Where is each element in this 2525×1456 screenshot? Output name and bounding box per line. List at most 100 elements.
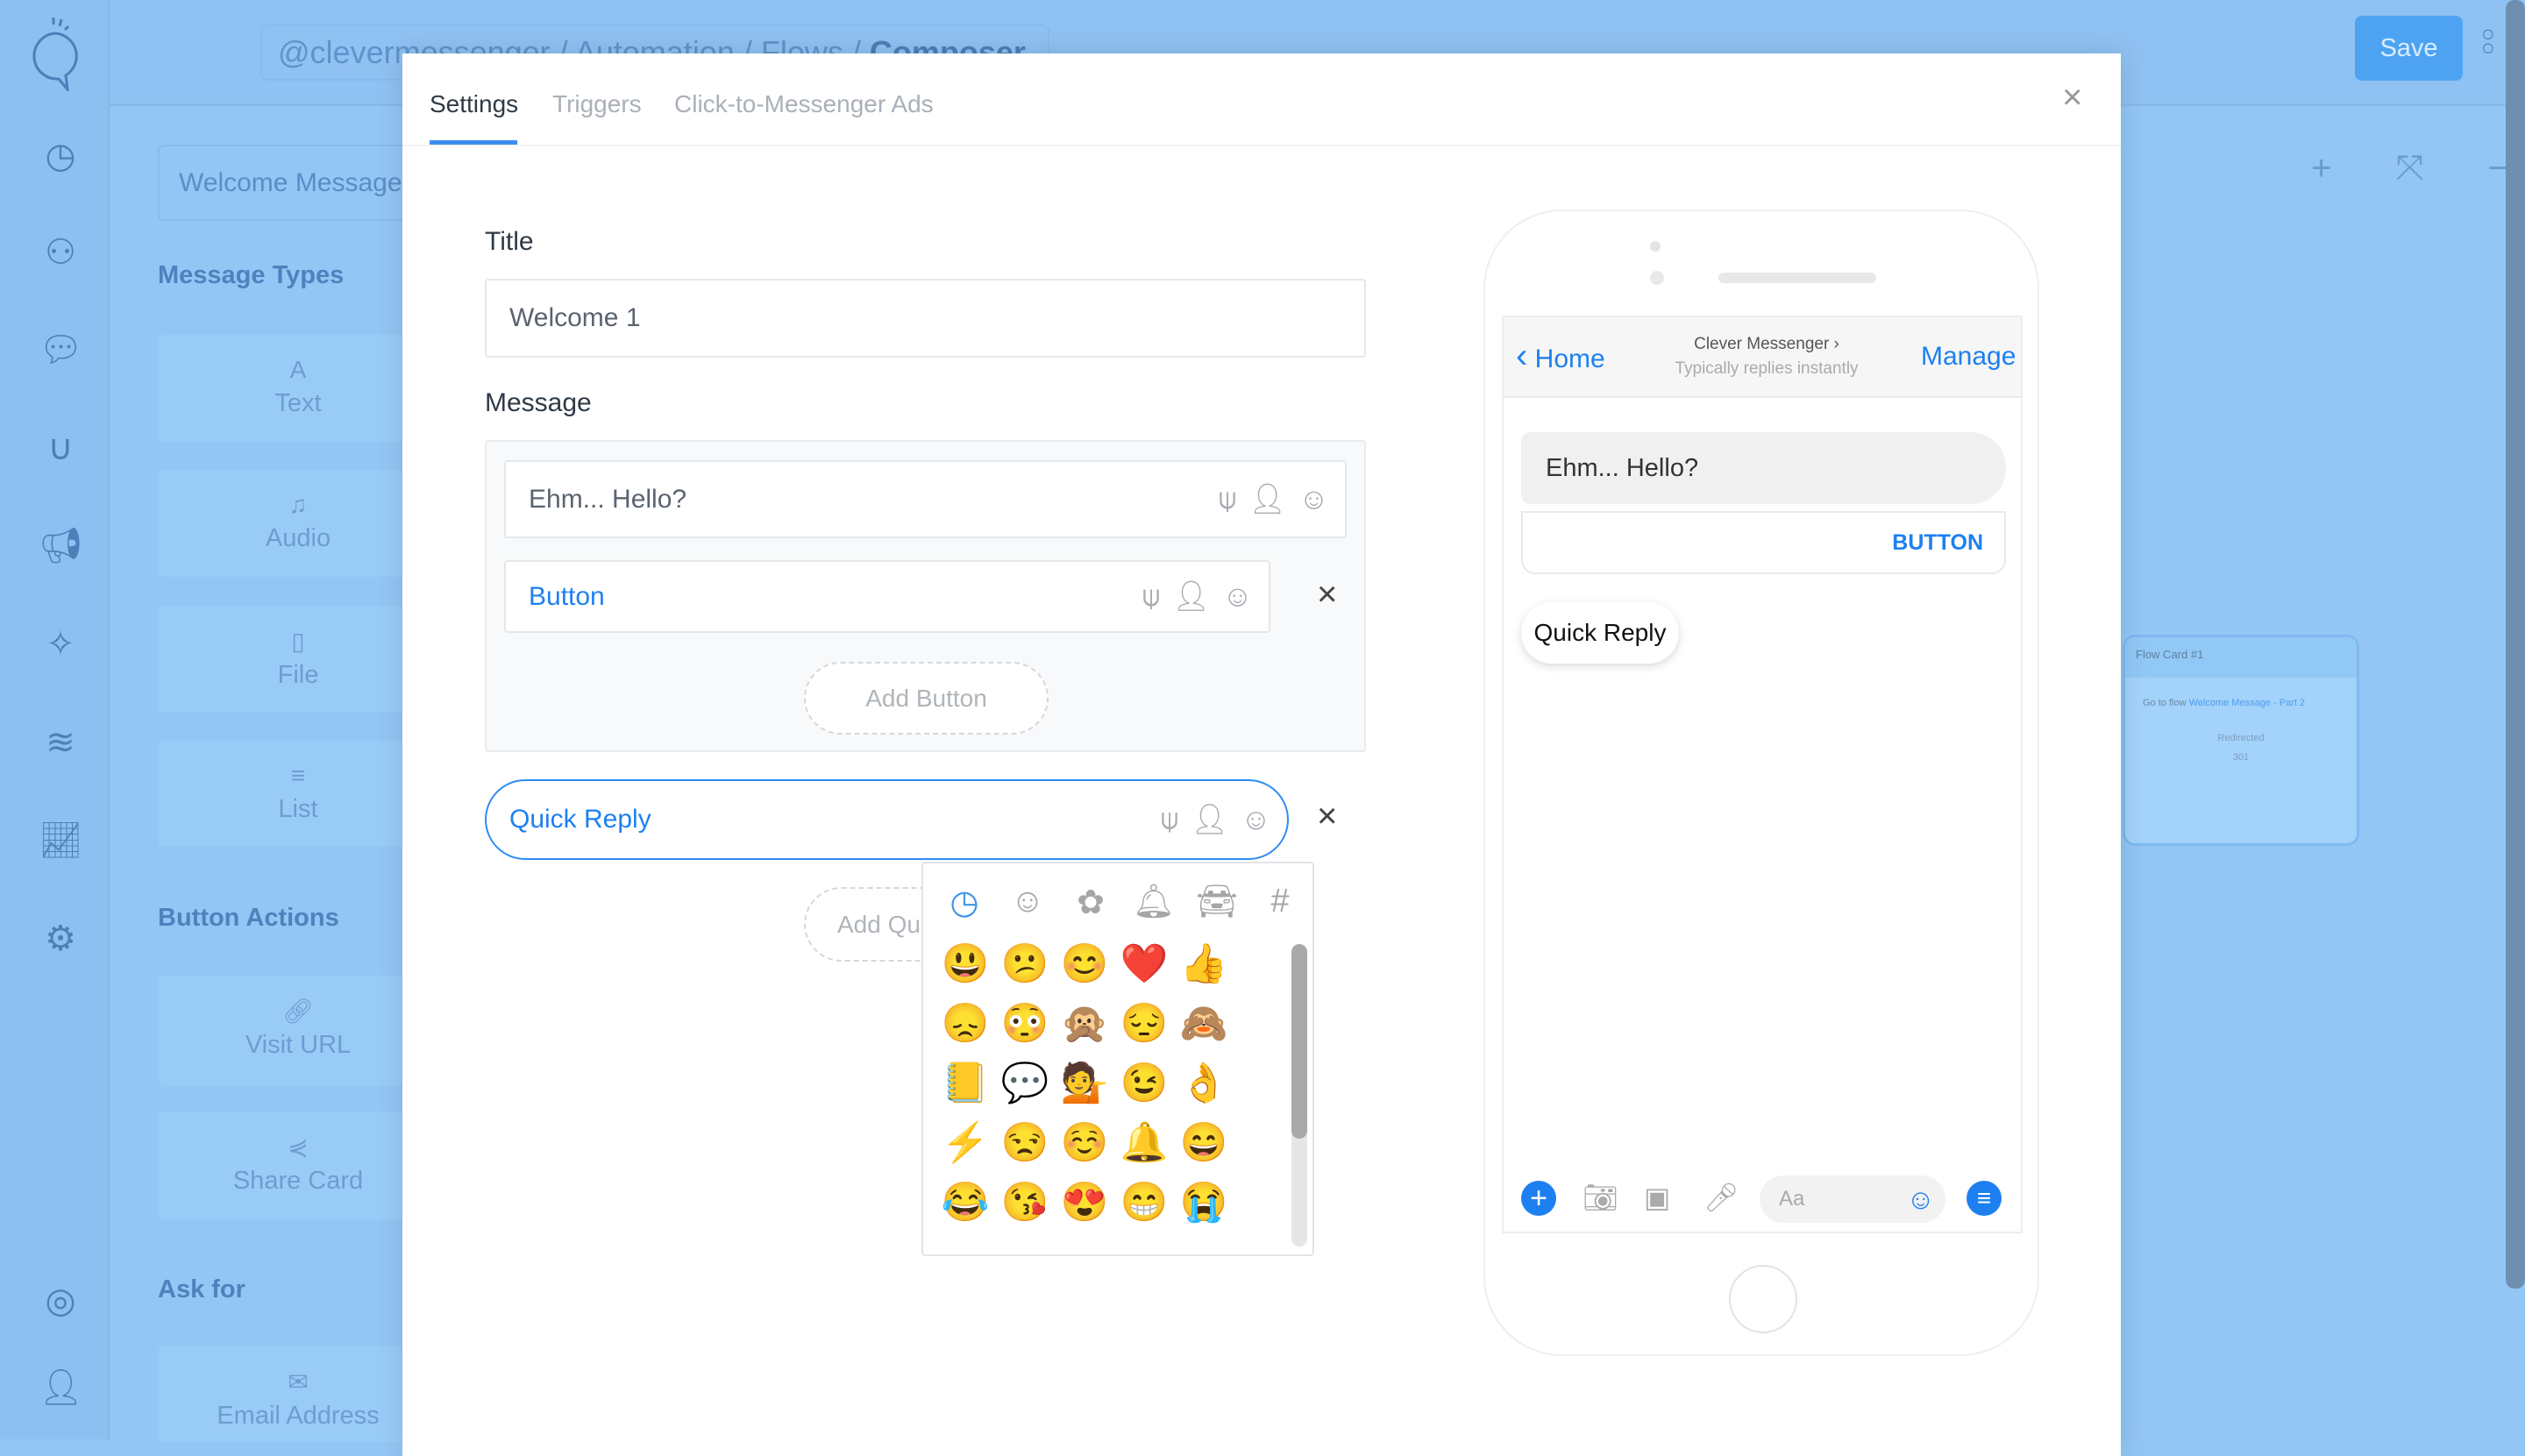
emoji-option[interactable]: 💁 — [1055, 1063, 1114, 1104]
emoji-option[interactable]: 📒 — [935, 1063, 995, 1104]
flow-card-stat-label: Redirected — [2217, 733, 2265, 743]
close-icon[interactable]: × — [2062, 80, 2082, 115]
places-category-icon[interactable]: 🚘︎ — [1195, 883, 1239, 921]
layers-icon[interactable]: ≋ — [39, 721, 82, 764]
megaphone-icon[interactable]: 📢︎ — [39, 524, 83, 568]
emoji-option[interactable]: 😳 — [995, 1004, 1055, 1044]
emoji-option[interactable]: 😘 — [995, 1183, 1055, 1223]
emoji-scrollbar[interactable] — [1291, 944, 1307, 1246]
smileys-category-icon[interactable]: ☺ — [1006, 883, 1049, 920]
flow-card-link[interactable]: Welcome Message - Part 2 — [2189, 698, 2305, 708]
microphone-icon[interactable]: 🎤︎ — [1703, 1181, 1739, 1214]
tab-triggers[interactable]: Triggers — [552, 90, 642, 118]
emoji-option[interactable]: 😉 — [1114, 1063, 1174, 1104]
section-heading: Button Actions — [158, 904, 339, 932]
emoji-option[interactable]: 😄 — [1174, 1123, 1234, 1163]
emoji-option[interactable]: 😞 — [935, 1004, 995, 1044]
text-icon: A — [289, 356, 307, 383]
nature-category-icon[interactable]: ✿ — [1069, 883, 1113, 922]
emoji-option[interactable]: 😊 — [1055, 944, 1114, 984]
action-share-card[interactable]: ⋞ Share Card — [158, 1112, 438, 1220]
back-home-link[interactable]: ‹ Home — [1516, 337, 1605, 376]
symbols-category-icon[interactable]: # — [1258, 883, 1302, 920]
flow-name-input[interactable]: Welcome Message - Part 1 — [158, 145, 495, 221]
emoji-option[interactable]: 🙈 — [1174, 1004, 1234, 1044]
more-options-icon[interactable]: ○ ○ — [2481, 22, 2499, 59]
emoji-option[interactable]: 😭 — [1174, 1183, 1234, 1223]
menu-icon[interactable]: ≡ — [1967, 1181, 2002, 1216]
plus-icon[interactable]: + — [1521, 1181, 1556, 1216]
camera-icon[interactable]: 📷︎ — [1583, 1181, 1618, 1214]
user-variable-icon[interactable]: 👤︎ — [1172, 562, 1210, 631]
profile-icon[interactable]: 👤︎ — [39, 1366, 83, 1410]
objects-category-icon[interactable]: 🔔︎ — [1132, 883, 1176, 921]
emoji-option[interactable]: 🙊 — [1055, 1004, 1114, 1044]
tab-click-to-messenger-ads[interactable]: Click-to-Messenger Ads — [674, 90, 934, 118]
card-label: Share Card — [232, 1167, 364, 1195]
broadcast-icon[interactable]: ⍦ — [1142, 562, 1160, 631]
remove-button-icon[interactable]: × — [1317, 577, 1337, 612]
emoji-option[interactable]: 😔 — [1114, 1004, 1174, 1044]
emoji-option[interactable]: 😍 — [1055, 1183, 1114, 1223]
broadcast-icon[interactable]: ⍦ — [1161, 781, 1178, 858]
ask-email-address[interactable]: ✉ Email Address — [158, 1346, 438, 1443]
emoji-option[interactable]: ❤️ — [1114, 944, 1174, 984]
add-button[interactable]: Add Button — [804, 662, 1049, 735]
emoji-option[interactable]: 💬 — [995, 1063, 1055, 1104]
phone-sensor — [1650, 271, 1664, 285]
mail-icon: ✉ — [288, 1368, 309, 1396]
composer-input[interactable]: Aa ☺ — [1760, 1175, 1945, 1223]
remove-quick-reply-icon[interactable]: × — [1317, 799, 1337, 834]
emoji-option[interactable]: 😕 — [995, 944, 1055, 984]
title-input[interactable]: Welcome 1 — [485, 279, 1366, 358]
zoom-in-button[interactable]: + — [2311, 149, 2331, 198]
chevron-left-icon: ‹ — [1516, 337, 1528, 375]
magnet-icon[interactable]: ∪ — [39, 426, 82, 470]
audience-icon[interactable]: ⚇ — [39, 231, 82, 274]
recent-category-icon[interactable]: ◷ — [942, 883, 986, 922]
user-variable-icon[interactable]: 👤︎ — [1191, 781, 1228, 858]
action-visit-url[interactable]: 🔗︎ Visit URL — [158, 976, 438, 1085]
chat-icon[interactable]: 💬︎ — [39, 328, 83, 372]
emoji-option[interactable]: 🔔 — [1114, 1123, 1174, 1163]
message-type-text[interactable]: A Text — [158, 335, 438, 443]
emoji-icon[interactable]: ☺ — [1298, 462, 1329, 536]
emoji-option[interactable]: 👌 — [1174, 1063, 1234, 1104]
emoji-grid: 😃 😕 😊 ❤️ 👍 😞 😳 🙊 😔 🙈 📒 💬 💁 😉 👌 ⚡ 😒 ☺️ 🔔 😄 😂 😘 😍 😁 😭 — [935, 944, 1234, 1223]
emoji-icon[interactable]: ☺ — [1241, 781, 1271, 858]
card-label: List — [278, 795, 318, 823]
broadcast-icon[interactable]: ⍦ — [1219, 462, 1236, 536]
message-type-file[interactable]: ▯ File — [158, 606, 438, 712]
emoji-icon[interactable]: ☺ — [1222, 562, 1253, 631]
message-type-list[interactable]: ≡ List — [158, 741, 438, 847]
page-scrollbar[interactable] — [2506, 0, 2525, 1289]
emoji-option[interactable]: 👍 — [1174, 944, 1234, 984]
emoji-icon[interactable]: ☺ — [1906, 1175, 1935, 1223]
image-icon[interactable]: ▣ — [1644, 1181, 1670, 1214]
preview-quick-reply[interactable]: Quick Reply — [1521, 602, 1679, 664]
emoji-option[interactable]: ⚡ — [935, 1123, 995, 1163]
emoji-option[interactable]: 😁 — [1114, 1183, 1174, 1223]
emoji-option[interactable]: ☺️ — [1055, 1123, 1114, 1163]
message-type-audio[interactable]: ♫ Audio — [158, 470, 438, 577]
emoji-option[interactable]: 😂 — [935, 1183, 995, 1223]
button-input[interactable]: Button ⍦ 👤︎ ☺ — [504, 560, 1270, 633]
tab-settings[interactable]: Settings — [430, 90, 518, 118]
manage-link[interactable]: Manage — [1921, 342, 2016, 372]
logo-icon[interactable] — [25, 16, 86, 94]
preview-button[interactable]: BUTTON — [1521, 511, 2006, 574]
card-label: Text — [274, 389, 322, 417]
emoji-option[interactable]: 😒 — [995, 1123, 1055, 1163]
emoji-option[interactable]: 😃 — [935, 944, 995, 984]
user-variable-icon[interactable]: 👤︎ — [1248, 462, 1286, 536]
settings-icon[interactable]: ⚙ — [39, 917, 82, 961]
message-text-input[interactable]: Ehm... Hello? ⍦ 👤︎ ☺ — [504, 460, 1347, 538]
quick-reply-input[interactable]: Quick Reply ⍦ 👤︎ ☺ — [485, 779, 1289, 860]
save-button[interactable]: Save — [2355, 16, 2463, 81]
help-icon[interactable]: ◎ — [39, 1279, 82, 1323]
magic-wand-icon[interactable]: ✧ — [39, 622, 82, 666]
dashboard-icon[interactable]: ◷ — [39, 134, 82, 178]
flow-card[interactable]: Flow Card #1 Go to flow Welcome Message … — [2123, 635, 2359, 846]
analytics-icon[interactable]: 📈︎ — [39, 819, 83, 863]
fit-screen-button[interactable]: ⤧ — [2396, 149, 2424, 198]
